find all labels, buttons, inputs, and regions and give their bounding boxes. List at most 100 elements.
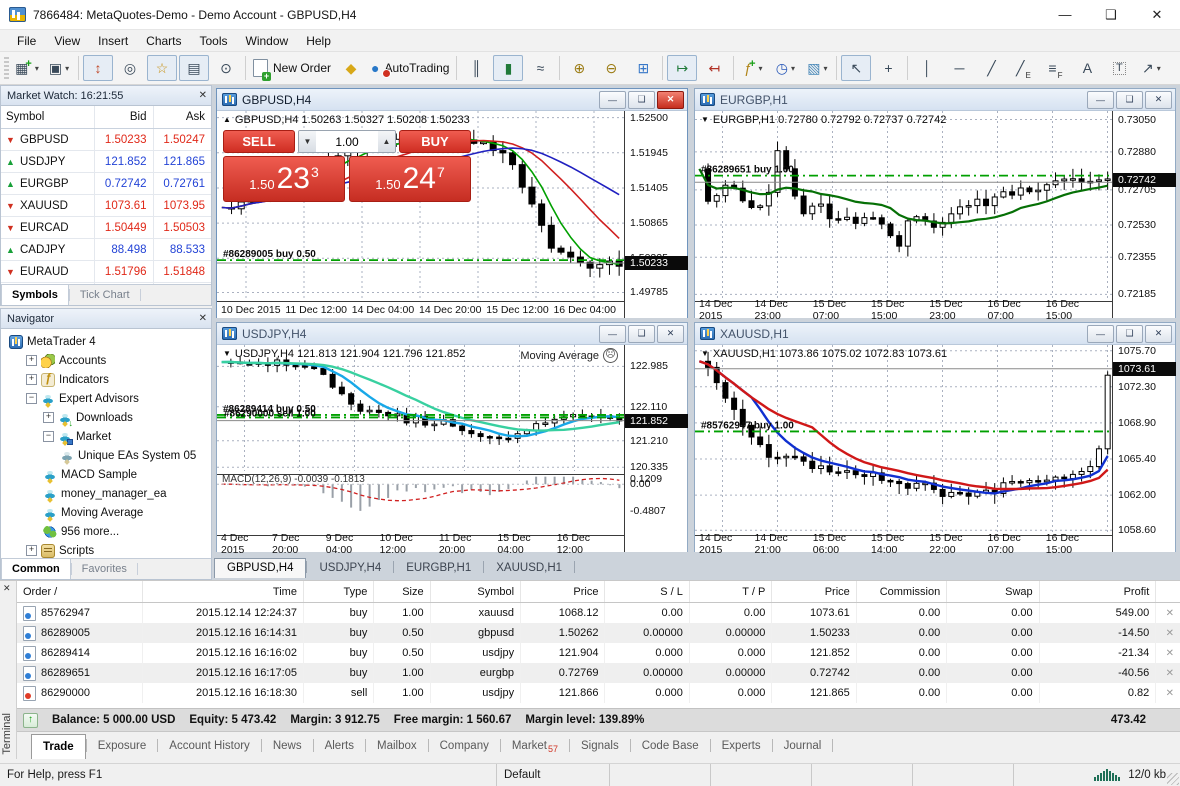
toolbar-grip[interactable] xyxy=(4,57,9,79)
tree-item-956-more-[interactable]: 956 more... xyxy=(1,522,211,541)
menu-item[interactable]: Tools xyxy=(191,32,237,50)
close-window-icon[interactable]: ✕ xyxy=(1134,0,1180,29)
market-watch-row[interactable]: ▼ XAUUSD 1073.61 1073.95 xyxy=(1,195,211,217)
chart-restore-button[interactable]: ❑ xyxy=(1116,90,1143,109)
one-click-toggle-icon[interactable]: ▼ xyxy=(701,349,709,358)
chart-tab-xauusd-h1[interactable]: XAUUSD,H1 xyxy=(484,559,574,578)
chart-tab-usdjpy-h4[interactable]: USDJPY,H4 xyxy=(307,559,393,578)
time-axis[interactable]: 10 Dec 2015 11 Dec 12:00 14 Dec 04:00 14 De… xyxy=(217,301,624,318)
maximize-window-icon[interactable]: ❑ xyxy=(1088,0,1134,29)
collapse-icon[interactable]: − xyxy=(43,431,54,442)
chart-minimize-button[interactable]: — xyxy=(1087,324,1114,343)
orders-column-profit[interactable]: Profit xyxy=(1039,581,1157,603)
order-row-86289414[interactable]: 86289414 2015.12.16 16:16:02 buy 0.50 usdjpy… xyxy=(17,643,1180,663)
profiles-button[interactable]: ▣ ▾ xyxy=(44,55,74,81)
zoom-in-button[interactable]: ⊕ xyxy=(564,55,594,81)
close-order-icon[interactable]: ✕ xyxy=(1166,668,1174,679)
column-ask[interactable]: Ask xyxy=(154,106,212,128)
close-order-icon[interactable]: ✕ xyxy=(1166,608,1174,619)
close-order-icon[interactable]: ✕ xyxy=(1166,628,1174,639)
orders-column-symbol[interactable]: Symbol xyxy=(430,581,522,603)
sell-price-panel[interactable]: 1.50 23 3 xyxy=(223,156,345,202)
chevron-down-icon[interactable]: ▾ xyxy=(759,64,763,73)
tree-item-moving-average[interactable]: Moving Average xyxy=(1,503,211,522)
volume-increase-icon[interactable]: ▲ xyxy=(378,131,395,152)
sell-button[interactable]: SELL xyxy=(223,130,295,153)
order-row-85762947[interactable]: 85762947 2015.12.14 12:24:37 buy 1.00 xauusd… xyxy=(17,602,1180,623)
chart-close-button[interactable]: ✕ xyxy=(1145,90,1172,109)
market-watch-row[interactable]: ▼ EURAUD 1.51796 1.51848 xyxy=(1,261,211,283)
buy-button[interactable]: BUY xyxy=(399,130,471,153)
chart-restore-button[interactable]: ❑ xyxy=(628,90,655,109)
candlestick-mode-button[interactable]: ▮ xyxy=(493,55,524,81)
market-watch-row[interactable]: ▼ EURCAD 1.50449 1.50503 xyxy=(1,217,211,239)
orders-column-time[interactable]: Time xyxy=(142,581,304,603)
navigator-tab-common[interactable]: Common xyxy=(1,559,71,579)
chart-tab-gbpusd-h4[interactable]: GBPUSD,H4 xyxy=(214,558,307,578)
chart-shift-button[interactable]: ↤ xyxy=(699,55,729,81)
tree-item-macd-sample[interactable]: MACD Sample xyxy=(1,465,211,484)
chevron-down-icon[interactable]: ▾ xyxy=(65,64,69,73)
navigator-tab-favorites[interactable]: Favorites xyxy=(72,559,137,579)
terminal-tab-account-history[interactable]: Account History xyxy=(158,732,261,759)
time-axis[interactable]: 14 Dec 2015 14 Dec 23:00 15 Dec 07:00 15 De… xyxy=(695,298,1112,322)
chart-window-titlebar[interactable]: XAUUSD,H1 — ❑ ✕ xyxy=(695,323,1175,345)
chart-minimize-button[interactable]: — xyxy=(599,90,626,109)
volume-decrease-icon[interactable]: ▼ xyxy=(299,131,316,152)
close-order-icon[interactable]: ✕ xyxy=(1166,648,1174,659)
line-chart-mode-button[interactable]: ≈ xyxy=(525,55,555,81)
auto-scroll-button[interactable]: ↦ xyxy=(667,55,698,81)
terminal-toggle-button[interactable]: ▤ xyxy=(179,55,209,81)
bar-chart-mode-button[interactable]: ║ xyxy=(461,55,491,81)
close-icon[interactable]: ✕ xyxy=(199,90,207,101)
menu-item[interactable]: File xyxy=(8,32,45,50)
terminal-tab-trade[interactable]: Trade xyxy=(31,734,86,759)
market-watch-row[interactable]: ▲ EURGBP 0.72742 0.72761 xyxy=(1,173,211,195)
orders-column-commission[interactable]: Commission xyxy=(856,581,948,603)
column-bid[interactable]: Bid xyxy=(95,106,154,128)
chart-window-titlebar[interactable]: USDJPY,H4 — ❑ ✕ xyxy=(217,323,687,345)
cursor-button[interactable]: ↖ xyxy=(841,55,872,81)
one-click-toggle-icon[interactable]: ▼ xyxy=(701,115,709,124)
terminal-tab-experts[interactable]: Experts xyxy=(711,732,772,759)
market-watch-tab-symbols[interactable]: Symbols xyxy=(1,285,69,305)
fibonacci-button[interactable]: ≡ F xyxy=(1040,55,1070,81)
close-order-icon[interactable]: ✕ xyxy=(1166,688,1174,699)
menu-item[interactable]: View xyxy=(45,32,89,50)
terminal-tab-exposure[interactable]: Exposure xyxy=(87,732,158,759)
tree-item-scripts[interactable]: + Scripts xyxy=(1,541,211,558)
close-icon[interactable]: ✕ xyxy=(3,583,11,594)
order-row-86289005[interactable]: 86289005 2015.12.16 16:14:31 buy 0.50 gbpusd… xyxy=(17,623,1180,643)
close-icon[interactable]: ✕ xyxy=(199,313,207,324)
column-symbol[interactable]: Symbol xyxy=(1,106,95,128)
time-axis[interactable]: 14 Dec 2015 14 Dec 21:00 15 Dec 06:00 15 De… xyxy=(695,532,1112,556)
market-watch-row[interactable]: ▲ USDJPY 121.852 121.865 xyxy=(1,151,211,173)
chart-close-button[interactable]: ✕ xyxy=(1145,324,1172,343)
collapse-icon[interactable]: − xyxy=(26,393,37,404)
tree-item-metatrader-4[interactable]: MetaTrader 4 xyxy=(1,332,211,351)
chevron-down-icon[interactable]: ▾ xyxy=(35,64,39,73)
templates-button[interactable]: ▧ ▾ xyxy=(802,55,832,81)
chart-close-button[interactable]: ✕ xyxy=(657,90,684,109)
price-axis[interactable]: 122.985 122.110 121.210 120.335 0.1209 0.00 -0… xyxy=(624,345,688,552)
status-profile[interactable]: Default xyxy=(497,764,610,786)
chart-window-titlebar[interactable]: EURGBP,H1 — ❑ ✕ xyxy=(695,89,1175,111)
timeframes-button[interactable]: ◷ ▾ xyxy=(770,55,800,81)
autotrading-button[interactable]: ● AutoTrading xyxy=(368,55,452,81)
order-row-86290000[interactable]: 86290000 2015.12.16 16:18:30 sell 1.00 usdjp… xyxy=(17,683,1180,703)
one-click-toggle-icon[interactable]: ▲ xyxy=(223,115,231,124)
minimize-window-icon[interactable]: — xyxy=(1042,0,1088,29)
strategy-tester-button[interactable]: ⊙ xyxy=(211,55,241,81)
orders-column-order-[interactable]: Order / xyxy=(17,581,144,603)
horizontal-line-button[interactable]: ─ xyxy=(944,55,974,81)
new-chart-button[interactable]: ▦ + ▾ xyxy=(12,55,42,81)
orders-column-type[interactable]: Type xyxy=(303,581,375,603)
crosshair-button[interactable]: + xyxy=(873,55,903,81)
terminal-tab-journal[interactable]: Journal xyxy=(773,732,833,759)
orders-column-swap[interactable]: Swap xyxy=(946,581,1040,603)
chart-restore-button[interactable]: ❑ xyxy=(628,324,655,343)
buy-price-panel[interactable]: 1.50 24 7 xyxy=(349,156,471,202)
terminal-tab-news[interactable]: News xyxy=(262,732,313,759)
resize-grip[interactable] xyxy=(1167,773,1179,785)
trendline-button[interactable]: ╱ xyxy=(976,55,1006,81)
